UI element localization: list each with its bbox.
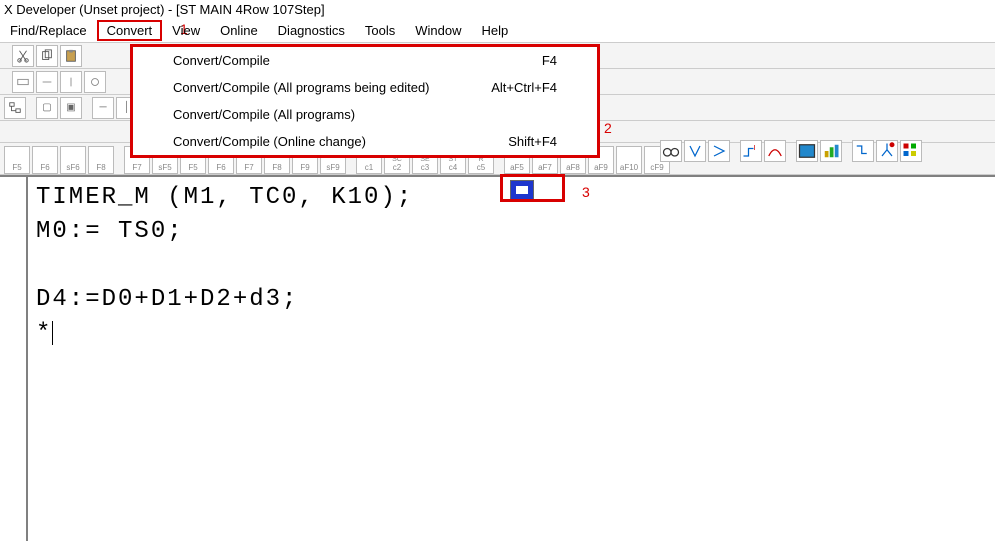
editor-gutter bbox=[0, 175, 28, 541]
annotation-box-3 bbox=[500, 174, 565, 202]
editor-area: TIMER_M (M1, TC0, K10); M0:= TS0; D4:=D0… bbox=[0, 175, 995, 541]
ladder-btn-2[interactable] bbox=[36, 71, 58, 93]
fkey-sf6[interactable]: sF6 bbox=[60, 146, 86, 174]
fkey-af10[interactable]: aF10 bbox=[616, 146, 642, 174]
window-title: X Developer (Unset project) - [ST MAIN 4… bbox=[4, 2, 325, 17]
box-icon[interactable]: ▢ bbox=[36, 97, 58, 119]
binoculars-icon[interactable] bbox=[660, 140, 682, 162]
svg-text:I: I bbox=[754, 143, 756, 152]
menu-tools[interactable]: Tools bbox=[355, 20, 405, 41]
split-icon[interactable] bbox=[876, 140, 898, 162]
copy-icon[interactable] bbox=[36, 45, 58, 67]
fkey-f5[interactable]: F5 bbox=[4, 146, 30, 174]
menu-view[interactable]: View bbox=[162, 20, 210, 41]
chart-icon[interactable] bbox=[820, 140, 842, 162]
toolbar-2-right: I bbox=[660, 140, 922, 162]
ladder-btn-1[interactable] bbox=[12, 71, 34, 93]
step-icon[interactable]: I bbox=[740, 140, 762, 162]
dropdown-item-compile-online[interactable]: Convert/Compile (Online change) Shift+F4 bbox=[133, 128, 597, 155]
menu-window[interactable]: Window bbox=[405, 20, 471, 41]
text-cursor bbox=[52, 321, 53, 345]
dropdown-item-compile[interactable]: Convert/Compile F4 bbox=[133, 47, 597, 74]
dropdown-item-compile-all[interactable]: Convert/Compile (All programs) bbox=[133, 101, 597, 128]
menu-help[interactable]: Help bbox=[471, 20, 518, 41]
cut-icon[interactable] bbox=[12, 45, 34, 67]
annotation-2: 2 bbox=[604, 120, 612, 136]
down-step-icon[interactable] bbox=[852, 140, 874, 162]
window-icon[interactable] bbox=[796, 140, 818, 162]
arrow-right-icon[interactable] bbox=[708, 140, 730, 162]
annotation-3: 3 bbox=[582, 184, 590, 200]
arrow-down-icon[interactable] bbox=[684, 140, 706, 162]
menu-find-replace[interactable]: Find/Replace bbox=[0, 20, 97, 41]
hline-icon[interactable]: ─ bbox=[92, 97, 114, 119]
tree-icon[interactable] bbox=[4, 97, 26, 119]
ladder-btn-4[interactable] bbox=[84, 71, 106, 93]
fkey-f6[interactable]: F6 bbox=[32, 146, 58, 174]
convert-dropdown: Convert/Compile F4 Convert/Compile (All … bbox=[130, 44, 600, 158]
dropdown-item-compile-edited[interactable]: Convert/Compile (All programs being edit… bbox=[133, 74, 597, 101]
paste-icon[interactable] bbox=[60, 45, 82, 67]
fkey-f8[interactable]: F8 bbox=[88, 146, 114, 174]
menu-diagnostics[interactable]: Diagnostics bbox=[268, 20, 355, 41]
menu-bar: Find/Replace Convert 1 View Online Diagn… bbox=[0, 19, 995, 43]
code-editor[interactable]: TIMER_M (M1, TC0, K10); M0:= TS0; D4:=D0… bbox=[28, 175, 995, 541]
menu-online[interactable]: Online bbox=[210, 20, 268, 41]
box2-icon[interactable]: ▣ bbox=[60, 97, 82, 119]
title-bar: X Developer (Unset project) - [ST MAIN 4… bbox=[0, 0, 995, 19]
ladder-btn-3[interactable] bbox=[60, 71, 82, 93]
color-icon[interactable] bbox=[900, 140, 922, 162]
menu-convert[interactable]: Convert bbox=[97, 20, 163, 41]
arc-icon[interactable] bbox=[764, 140, 786, 162]
